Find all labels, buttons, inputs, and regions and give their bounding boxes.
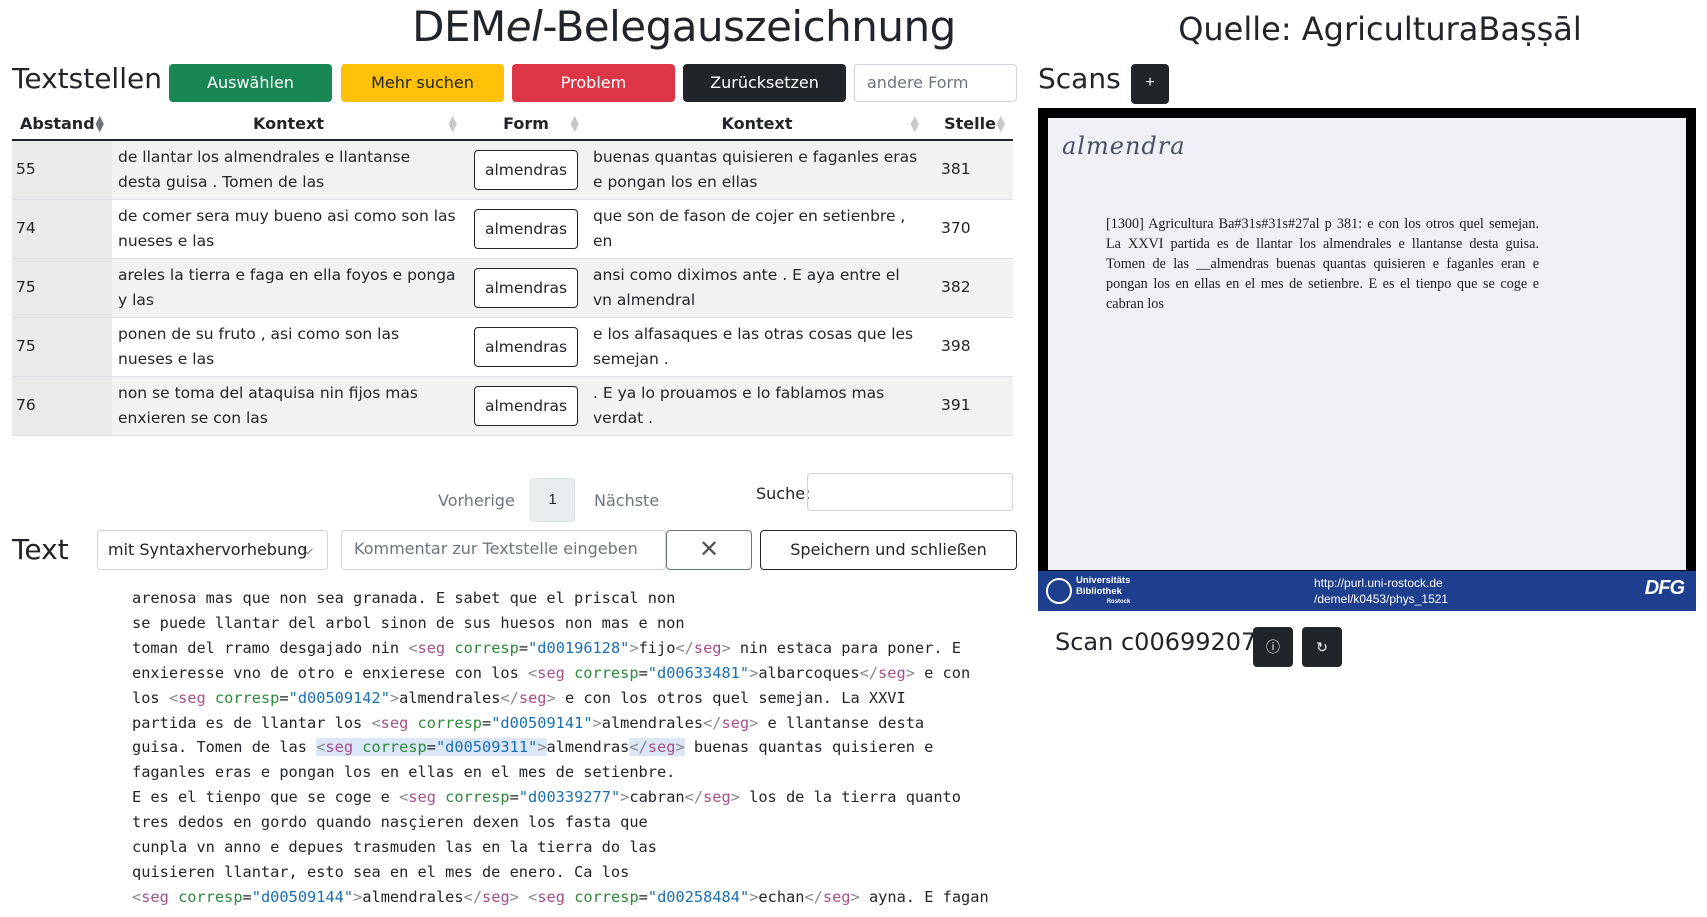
scans-heading: Scans xyxy=(1038,62,1121,95)
clear-button[interactable]: ✕ xyxy=(666,530,752,570)
cell-abstand: 74 xyxy=(12,199,112,259)
sort-asc-icon: ▲ ▼ xyxy=(95,113,104,134)
reset-button[interactable]: Zurücksetzen xyxy=(683,64,846,102)
table-row[interactable]: 74 de comer sera muy bueno asi como son … xyxy=(12,199,1013,259)
syntax-select-value: mit Syntaxhervorhebung xyxy=(108,540,308,559)
code-line: cunpla vn anno e depues trasmuden las en… xyxy=(132,838,657,857)
table-row[interactable]: 75 areles la tierra e faga en ella foyos… xyxy=(12,258,1013,318)
pagination-page[interactable]: 1 xyxy=(530,478,575,522)
scan-url: http://purl.uni-rostock.de /demel/k0453/… xyxy=(1314,576,1449,606)
scan-handwritten-label: almendra xyxy=(1062,132,1186,160)
cell-stelle: 381 xyxy=(927,140,1013,200)
text-editor[interactable]: arenosa mas que non sea granada. E sabet… xyxy=(132,586,989,910)
search-input[interactable] xyxy=(807,473,1013,511)
textstellen-table: Abstand ▲ ▼ Kontext ▲ ▼ Form ▲ ▼ Kontext ▲ ▼ Ste… xyxy=(12,108,1013,436)
cell-context-right: e los alfasaques e las otras cosas que l… xyxy=(587,317,927,377)
select-button[interactable]: Auswählen xyxy=(169,64,332,102)
info-button[interactable]: ⓘ xyxy=(1253,627,1293,667)
code-line: quisieren llantar, esto sea en el mes de… xyxy=(132,862,630,881)
scan-text: [1300] Agricultura Ba#31s#31s#27al p 381… xyxy=(1106,216,1539,312)
problem-button[interactable]: Problem xyxy=(512,64,675,102)
table-row[interactable]: 76 non se toma del ataquisa nin fijos ma… xyxy=(12,376,1013,436)
code-line: enxieresse vno de otro e enxierese con l… xyxy=(132,663,971,682)
cell-stelle: 391 xyxy=(927,376,1013,436)
cell-abstand: 55 xyxy=(12,140,112,200)
info-icon: ⓘ xyxy=(1266,639,1280,655)
cell-context-left: areles la tierra e faga en ella foyos e … xyxy=(112,258,465,318)
save-and-close-button[interactable]: Speichern und schließen xyxy=(760,530,1017,570)
more-search-button[interactable]: Mehr suchen xyxy=(341,64,504,102)
form-button[interactable]: almendras xyxy=(474,326,578,367)
search-label: Suche: xyxy=(756,484,811,503)
close-icon: ✕ xyxy=(698,536,720,563)
cell-context-left: non se toma del ataquisa nin fijos mas e… xyxy=(112,376,465,436)
form-button[interactable]: almendras xyxy=(474,208,578,249)
cell-stelle: 382 xyxy=(927,258,1013,318)
cell-abstand: 75 xyxy=(12,258,112,318)
cell-abstand: 75 xyxy=(12,317,112,377)
other-form-input[interactable]: andere Form xyxy=(854,64,1017,102)
column-header-kontext-right[interactable]: Kontext ▲ ▼ xyxy=(587,108,927,141)
scan-footer: Universitäts Bibliothek Rostock http://p… xyxy=(1038,571,1696,611)
page-title: DEMel-Belegauszeichnung xyxy=(412,2,956,51)
column-header-stelle[interactable]: Stelle ▲ ▼ xyxy=(927,108,1013,141)
cell-context-right: buenas quantas quisieren e faganles eras… xyxy=(587,140,927,200)
source-title: Quelle: AgriculturaBaṣṣāl xyxy=(1178,10,1582,48)
code-line: <seg corresp="d00509144">almendrales</se… xyxy=(132,887,989,906)
column-header-abstand[interactable]: Abstand ▲ ▼ xyxy=(12,108,112,141)
cell-context-right: . E ya lo prouamos e lo fablamos mas ver… xyxy=(587,376,927,436)
code-line: los <seg corresp="d00509142">almendrales… xyxy=(132,688,906,707)
rotate-button[interactable]: ↻ xyxy=(1302,627,1342,667)
pagination-previous[interactable]: Vorherige xyxy=(438,491,515,510)
scan-id: Scan c00699207 xyxy=(1055,628,1257,656)
code-line: guisa. Tomen de las <seg corresp="d00509… xyxy=(132,738,934,757)
scan-paper: almendra [1300] Agricultura Ba#31s#31s#2… xyxy=(1048,118,1686,570)
code-line: se puede llantar del arbol sinon de sus … xyxy=(132,613,685,632)
cell-context-right: ansi como diximos ante . E aya entre el … xyxy=(587,258,927,318)
cell-context-right: que son de fason de cojer en setienbre ,… xyxy=(587,199,927,259)
code-line: tres dedos en gordo quando nasçieren dex… xyxy=(132,813,648,832)
cell-stelle: 370 xyxy=(927,199,1013,259)
sort-icon: ▲ ▼ xyxy=(910,113,919,134)
column-header-kontext-left[interactable]: Kontext ▲ ▼ xyxy=(112,108,465,141)
pagination-next[interactable]: Nächste xyxy=(594,491,659,510)
university-logo-icon xyxy=(1046,578,1072,604)
cell-stelle: 398 xyxy=(927,317,1013,377)
chevron-down-icon: ⌵ xyxy=(302,542,313,558)
dfg-logo: DFG xyxy=(1644,577,1685,599)
column-header-form[interactable]: Form ▲ ▼ xyxy=(465,108,587,141)
university-name: Universitäts Bibliothek Rostock xyxy=(1076,575,1131,605)
sort-icon: ▲ ▼ xyxy=(448,113,457,134)
cell-context-left: ponen de su fruto , asi como son las nue… xyxy=(112,317,465,377)
rotate-icon: ↻ xyxy=(1316,639,1328,655)
cell-context-left: de comer sera muy bueno asi como son las… xyxy=(112,199,465,259)
syntax-select[interactable]: mit Syntaxhervorhebung ⌵ xyxy=(97,530,328,570)
cell-context-left: de llantar los almendrales e llantanse d… xyxy=(112,140,465,200)
form-button[interactable]: almendras xyxy=(474,149,578,190)
scan-image: almendra [1300] Agricultura Ba#31s#31s#2… xyxy=(1038,108,1696,611)
code-line: E es el tienpo que se coge e <seg corres… xyxy=(132,788,961,807)
comment-input[interactable]: Kommentar zur Textstelle eingeben xyxy=(341,530,666,570)
code-line: faganles eras e pongan los en ellas en e… xyxy=(132,763,676,782)
form-button[interactable]: almendras xyxy=(474,267,578,308)
sort-icon: ▲ ▼ xyxy=(996,113,1005,134)
text-heading: Text xyxy=(12,533,69,566)
add-scan-button[interactable]: + xyxy=(1131,64,1169,104)
code-line: arenosa mas que non sea granada. E sabet… xyxy=(132,589,676,607)
sort-icon: ▲ ▼ xyxy=(570,113,579,134)
code-line: partida es de llantar los <seg corresp="… xyxy=(132,713,925,732)
table-row[interactable]: 75 ponen de su fruto , asi como son las … xyxy=(12,317,1013,377)
textstellen-heading: Textstellen xyxy=(12,62,162,95)
code-line: toman del rramo desgajado nin <seg corre… xyxy=(132,638,961,657)
form-button[interactable]: almendras xyxy=(474,385,578,426)
table-row[interactable]: 55 de llantar los almendrales e llantans… xyxy=(12,140,1013,200)
cell-abstand: 76 xyxy=(12,376,112,436)
